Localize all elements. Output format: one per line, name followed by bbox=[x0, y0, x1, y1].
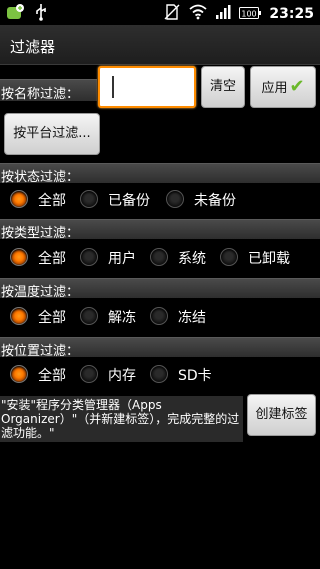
location-radio-internal-label[interactable]: 内存 bbox=[108, 365, 136, 385]
apply-button-label: 应用 bbox=[261, 81, 288, 96]
temp-radio-thawed[interactable] bbox=[80, 307, 98, 325]
location-radio-sd-card-label[interactable]: SD卡 bbox=[178, 365, 212, 385]
status-radio-not-backed-up[interactable] bbox=[166, 190, 184, 208]
clear-button[interactable]: 清空 bbox=[201, 66, 245, 108]
status-radio-backed-up[interactable] bbox=[80, 190, 98, 208]
create-tag-button-label: 创建标签 bbox=[255, 407, 308, 422]
type-radio-system[interactable] bbox=[150, 248, 168, 266]
create-tag-button[interactable]: 创建标签 bbox=[247, 394, 316, 436]
platform-filter-button-label: 按平台过滤... bbox=[13, 126, 91, 141]
type-radio-user[interactable] bbox=[80, 248, 98, 266]
usb-icon bbox=[34, 3, 48, 25]
type-radio-all[interactable] bbox=[10, 248, 28, 266]
checkmark-icon: ✔ bbox=[289, 76, 305, 97]
status-radio-backed-up-label[interactable]: 已备份 bbox=[108, 190, 150, 210]
title-bar: 过滤器 bbox=[0, 25, 320, 65]
name-filter-input[interactable] bbox=[98, 66, 196, 108]
type-filter-label: 按类型过滤： bbox=[0, 219, 320, 241]
clock: 23:25 bbox=[269, 6, 314, 22]
status-filter-label: 按状态过滤： bbox=[0, 163, 320, 185]
svg-text:100: 100 bbox=[242, 9, 257, 18]
location-radio-sd-card[interactable] bbox=[150, 365, 168, 383]
wifi-icon bbox=[189, 4, 208, 24]
battery-icon: 100 bbox=[239, 5, 262, 24]
status-bar: 100 23:25 bbox=[0, 0, 320, 25]
type-radio-uninstalled[interactable] bbox=[220, 248, 238, 266]
location-radio-internal[interactable] bbox=[80, 365, 98, 383]
status-radio-all-label[interactable]: 全部 bbox=[38, 190, 66, 210]
page-title: 过滤器 bbox=[10, 38, 56, 56]
type-filter-options: 全部 用户 系统 已卸载 bbox=[0, 239, 320, 275]
type-radio-all-label[interactable]: 全部 bbox=[38, 248, 66, 268]
temp-filter-label: 按温度过滤： bbox=[0, 278, 320, 300]
info-message-text: "安装"程序分类管理器（Apps Organizer）"（并新建标签），完成完整… bbox=[1, 398, 240, 440]
app-notification-icon bbox=[6, 3, 26, 25]
location-radio-all[interactable] bbox=[10, 365, 28, 383]
info-message: "安装"程序分类管理器（Apps Organizer）"（并新建标签），完成完整… bbox=[0, 396, 243, 442]
temp-radio-frozen[interactable] bbox=[150, 307, 168, 325]
apply-button[interactable]: 应用 ✔ bbox=[250, 66, 316, 108]
no-sim-icon bbox=[163, 3, 181, 25]
temp-radio-all[interactable] bbox=[10, 307, 28, 325]
type-radio-uninstalled-label[interactable]: 已卸载 bbox=[248, 248, 290, 268]
location-filter-label: 按位置过滤： bbox=[0, 337, 320, 359]
type-radio-user-label[interactable]: 用户 bbox=[108, 248, 136, 268]
name-filter-label-text: 按名称过滤： bbox=[1, 87, 80, 102]
temp-radio-frozen-label[interactable]: 冻结 bbox=[178, 307, 206, 327]
text-cursor bbox=[112, 76, 114, 98]
location-radio-all-label[interactable]: 全部 bbox=[38, 365, 66, 385]
location-filter-options: 全部 内存 SD卡 bbox=[0, 356, 320, 392]
status-filter-options: 全部 已备份 未备份 bbox=[0, 181, 320, 217]
status-radio-not-backed-up-label[interactable]: 未备份 bbox=[194, 190, 236, 210]
type-radio-system-label[interactable]: 系统 bbox=[178, 248, 206, 268]
platform-filter-button[interactable]: 按平台过滤... bbox=[4, 113, 100, 155]
temp-radio-thawed-label[interactable]: 解冻 bbox=[108, 307, 136, 327]
signal-icon bbox=[215, 4, 231, 24]
temp-filter-options: 全部 解冻 冻结 bbox=[0, 298, 320, 334]
temp-radio-all-label[interactable]: 全部 bbox=[38, 307, 66, 327]
name-filter-label: 按名称过滤： bbox=[0, 79, 97, 102]
clear-button-label: 清空 bbox=[209, 79, 236, 94]
status-radio-all[interactable] bbox=[10, 190, 28, 208]
